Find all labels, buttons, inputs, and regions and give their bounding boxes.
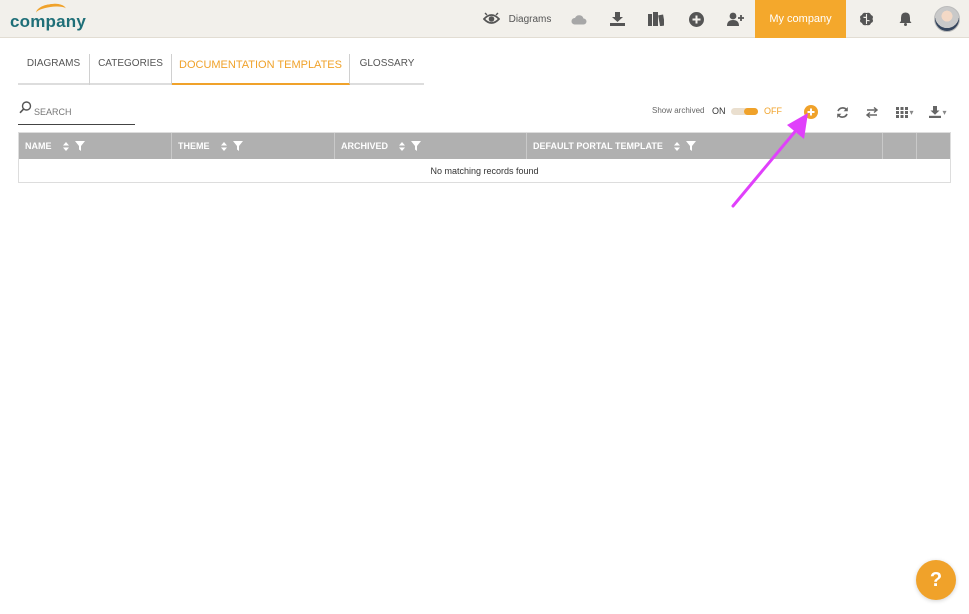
swap-arrows-icon	[866, 106, 878, 118]
nav-diagrams[interactable]: Diagrams	[480, 0, 554, 38]
column-header-theme[interactable]: THEME	[172, 133, 335, 159]
column-theme-label: THEME	[178, 141, 210, 151]
filter-icon[interactable]	[685, 141, 696, 151]
column-header-name[interactable]: NAME	[19, 133, 172, 159]
user-avatar[interactable]	[934, 6, 960, 32]
company-logo[interactable]: company	[10, 12, 86, 32]
plus-circle-icon	[688, 11, 704, 27]
add-user-icon	[726, 12, 744, 26]
column-archived-label: ARCHIVED	[341, 141, 389, 151]
column-default-portal-template-label: DEFAULT PORTAL TEMPLATE	[533, 141, 663, 151]
tab-glossary[interactable]: GLOSSARY	[350, 54, 424, 85]
sort-icon[interactable]	[673, 141, 680, 151]
toggle-view-button[interactable]	[862, 103, 882, 121]
bell-icon	[899, 12, 911, 26]
column-header-actions	[883, 133, 917, 159]
download-icon	[929, 106, 942, 118]
cloud-icon	[571, 14, 587, 24]
chevron-down-icon: ▾	[909, 107, 914, 117]
nav-add[interactable]	[685, 0, 707, 38]
nav-notifications[interactable]	[894, 0, 916, 38]
show-archived-label: Show archived	[652, 106, 705, 115]
section-tabs: DIAGRAMS CATEGORIES DOCUMENTATION TEMPLA…	[18, 54, 424, 85]
book-icon	[648, 12, 664, 26]
tab-categories[interactable]: CATEGORIES	[90, 54, 172, 85]
sort-icon[interactable]	[399, 141, 406, 151]
help-button[interactable]: ?	[916, 560, 956, 600]
nav-add-user[interactable]	[724, 0, 746, 38]
brain-icon	[859, 12, 873, 26]
refresh-icon	[836, 106, 848, 118]
nav-brain[interactable]	[855, 0, 877, 38]
chevron-down-icon: ▾	[942, 107, 947, 117]
refresh-button[interactable]	[832, 103, 852, 121]
annotation-arrow	[731, 113, 808, 208]
tab-diagrams[interactable]: DIAGRAMS	[18, 54, 90, 85]
column-name-label: NAME	[25, 141, 52, 151]
sort-icon[interactable]	[62, 141, 69, 151]
search-icon	[19, 101, 32, 114]
search-input[interactable]	[34, 104, 134, 120]
my-company-button[interactable]: My company	[755, 0, 846, 38]
nav-diagrams-label: Diagrams	[508, 13, 552, 25]
filter-icon[interactable]	[411, 141, 422, 151]
tab-documentation-templates[interactable]: DOCUMENTATION TEMPLATES	[172, 54, 350, 85]
nav-cloud[interactable]	[568, 0, 590, 38]
grid-icon	[896, 106, 909, 118]
filter-icon[interactable]	[232, 141, 243, 151]
sort-icon[interactable]	[220, 141, 227, 151]
eye-icon	[482, 12, 500, 24]
filter-icon[interactable]	[74, 141, 85, 151]
columns-dropdown[interactable]: ▾	[893, 103, 917, 121]
nav-download[interactable]	[606, 0, 628, 38]
export-dropdown[interactable]: ▾	[926, 103, 950, 121]
column-header-actions	[917, 133, 950, 159]
search-box	[18, 101, 135, 125]
top-navbar: company Diagrams My company	[0, 0, 969, 38]
nav-library[interactable]	[645, 0, 667, 38]
column-header-archived[interactable]: ARCHIVED	[335, 133, 527, 159]
download-icon	[609, 12, 625, 26]
